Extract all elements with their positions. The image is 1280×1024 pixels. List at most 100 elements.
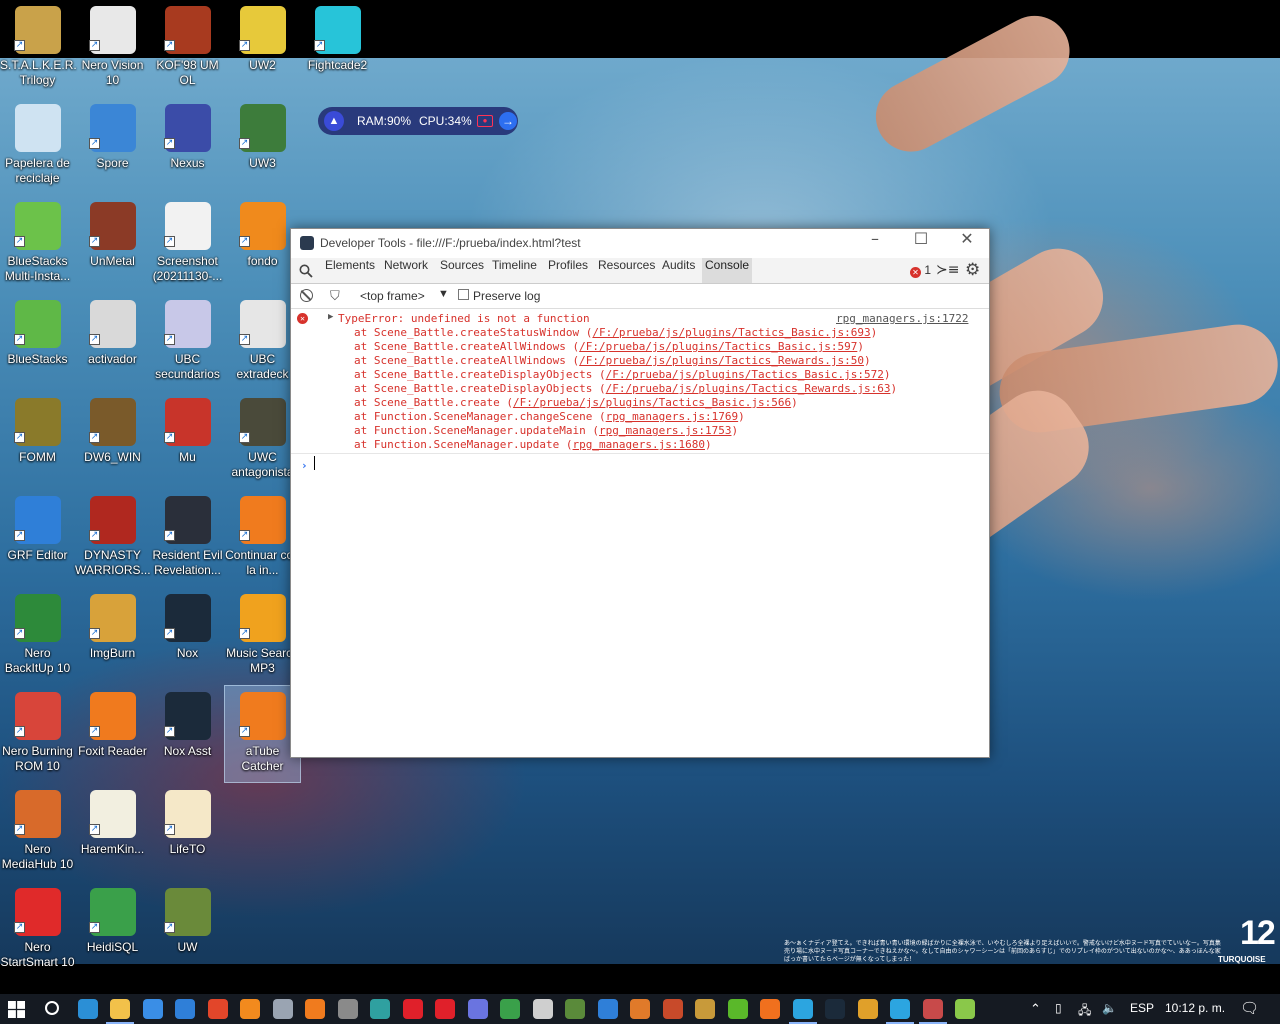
desktop-icon[interactable]: ↗ Continuar con la in... xyxy=(225,490,300,586)
desktop-icon[interactable]: ↗ Nero MediaHub 10 xyxy=(0,784,75,880)
telegram2-icon[interactable] xyxy=(886,999,914,1024)
tray-chevron-up-icon[interactable]: ⌃ xyxy=(1030,1001,1041,1017)
desktop-icon[interactable]: ↗ activador xyxy=(75,294,150,390)
title-bar[interactable]: Developer Tools - file:///F:/prueba/inde… xyxy=(291,229,989,258)
tab-resources[interactable]: Resources xyxy=(595,258,658,283)
console-input-cursor[interactable] xyxy=(314,456,315,470)
avast-icon[interactable] xyxy=(240,999,260,1019)
office-icon[interactable] xyxy=(207,999,228,1019)
console-output[interactable]: ✕ ▶ TypeError: undefined is not a functi… xyxy=(291,309,989,757)
file-icon[interactable] xyxy=(857,999,878,1019)
desktop-icon[interactable]: ↗ aTube Catcher xyxy=(224,685,301,783)
desktop-icon[interactable]: ↗ DW6_WIN xyxy=(75,392,150,488)
desktop-icon[interactable]: ↗ UBC extradeck xyxy=(225,294,300,390)
desktop-icon[interactable]: ↗ HaremKin... xyxy=(75,784,150,880)
desktop-icon[interactable]: ↗ Spore xyxy=(75,98,150,194)
chevron-down-icon[interactable]: ▼ xyxy=(438,288,449,300)
desktop-icon[interactable]: ↗ Screenshot (20211130-... xyxy=(150,196,225,292)
snipping-icon[interactable] xyxy=(370,999,390,1019)
filter-icon[interactable]: ⛉ xyxy=(330,288,340,304)
desktop-icon[interactable]: ↗ GRF Editor xyxy=(0,490,75,586)
desktop-icon[interactable]: ↗ BlueStacks xyxy=(0,294,75,390)
search-icon[interactable] xyxy=(45,1001,59,1015)
foxit-taskbar-icon[interactable] xyxy=(435,999,455,1019)
dw-icon[interactable] xyxy=(695,999,715,1019)
language-indicator[interactable]: ESP xyxy=(1130,1001,1154,1015)
desktop-icon[interactable]: ↗ Music Search MP3 xyxy=(225,588,300,684)
clock[interactable]: 10:12 p. m. xyxy=(1165,1001,1225,1015)
desktop-icon[interactable]: ↗ Fightcade2 xyxy=(300,0,375,96)
stack-frame-link[interactable]: rpg_managers.js:1753 xyxy=(599,424,731,437)
desktop-icon[interactable]: ↗ UWC antagonista xyxy=(225,392,300,488)
game-icon[interactable] xyxy=(630,999,650,1019)
desktop-icon[interactable]: ↗ Resident Evil Revelation... xyxy=(150,490,225,586)
desktop-icon[interactable]: ↗ UW2 xyxy=(225,0,300,96)
close-button[interactable]: ✕ xyxy=(944,229,990,258)
preserve-log-checkbox[interactable] xyxy=(458,289,469,300)
steam-user-icon[interactable] xyxy=(272,999,293,1019)
desktop-icon[interactable]: ↗ BlueStacks Multi-Insta... xyxy=(0,196,75,292)
desktop-icon[interactable]: ↗ UBC secundarios xyxy=(150,294,225,390)
desktop-icon[interactable]: ↗ Foxit Reader xyxy=(75,686,150,782)
record-icon[interactable]: ● xyxy=(477,115,493,127)
tab-profiles[interactable]: Profiles xyxy=(545,258,591,283)
epic-icon[interactable] xyxy=(337,999,358,1019)
vlc-icon[interactable] xyxy=(305,999,325,1019)
stack-frame-link[interactable]: /F:/prueba/js/plugins/Tactics_Basic.js:5… xyxy=(579,340,857,353)
stack-frame-link[interactable]: /F:/prueba/js/plugins/Tactics_Rewards.js… xyxy=(579,354,864,367)
desktop-icon[interactable]: ↗ LifeTO xyxy=(150,784,225,880)
arrow-right-icon[interactable]: → xyxy=(499,112,517,130)
xbox-icon[interactable] xyxy=(500,999,520,1019)
desktop-icon[interactable]: ↗ Nox xyxy=(150,588,225,684)
tab-elements[interactable]: Elements xyxy=(322,258,378,283)
stack-frame-link[interactable]: /F:/prueba/js/plugins/Tactics_Basic.js:5… xyxy=(606,368,884,381)
gear-icon[interactable]: ⚙ xyxy=(965,260,980,280)
file-explorer-icon[interactable] xyxy=(106,999,134,1024)
bolt-icon[interactable] xyxy=(597,999,618,1019)
desktop-icon[interactable]: ↗ KOF'98 UM OL xyxy=(150,0,225,96)
rpgmaker-icon[interactable] xyxy=(918,999,947,1024)
desktop-icon[interactable]: ↗ Nero BackItUp 10 xyxy=(0,588,75,684)
mask-icon[interactable] xyxy=(532,999,553,1019)
firefox-icon[interactable] xyxy=(760,999,780,1019)
stack-frame-link[interactable]: /F:/prueba/js/plugins/Tactics_Basic.js:5… xyxy=(513,396,791,409)
tab-sources[interactable]: Sources xyxy=(437,258,487,283)
console-drawer-icon[interactable]: ≻≡ xyxy=(936,262,959,278)
minecraft-icon[interactable] xyxy=(565,999,585,1019)
telegram-icon[interactable] xyxy=(788,999,817,1024)
search-icon[interactable] xyxy=(299,264,313,278)
desktop-icon[interactable]: ↗ DYNASTY WARRIORS... xyxy=(75,490,151,586)
desktop-icon[interactable]: ↗ Nox Asst xyxy=(150,686,225,782)
store-icon[interactable] xyxy=(142,999,163,1019)
desktop-icon[interactable]: ↗ UnMetal xyxy=(75,196,150,292)
discord-icon[interactable] xyxy=(467,999,488,1019)
expand-triangle-icon[interactable]: ▶ xyxy=(328,312,333,322)
tab-audits[interactable]: Audits xyxy=(659,258,698,283)
desktop-icon[interactable]: ↗ HeidiSQL xyxy=(75,882,150,978)
error-counter[interactable]: ✕ 1 xyxy=(910,263,931,278)
desktop-icon[interactable]: ↗ FOMM xyxy=(0,392,75,488)
stack-frame-link[interactable]: /F:/prueba/js/plugins/Tactics_Basic.js:6… xyxy=(592,326,870,339)
mail-icon[interactable] xyxy=(175,999,195,1019)
desktop-icon[interactable]: ↗ ImgBurn xyxy=(75,588,150,684)
maximize-button[interactable]: ☐ xyxy=(898,229,944,258)
rpgmaker2-icon[interactable] xyxy=(955,999,975,1019)
desktop-icon[interactable]: ↗ Nero Vision 10 xyxy=(75,0,150,96)
desktop-icon[interactable]: ↗ Nexus xyxy=(150,98,225,194)
windows-start-icon[interactable] xyxy=(8,1001,25,1018)
nox-taskbar-icon[interactable] xyxy=(825,999,845,1019)
stack-frame-link[interactable]: rpg_managers.js:1680 xyxy=(573,438,705,451)
opera-icon[interactable] xyxy=(402,999,423,1019)
network-icon[interactable]: 🖧 xyxy=(1078,1001,1091,1022)
tab-console[interactable]: Console xyxy=(702,258,753,283)
volume-icon[interactable]: 🔈 xyxy=(1102,1001,1117,1015)
briefcase-icon[interactable] xyxy=(662,999,683,1019)
desktop-icon[interactable]: ↗ fondo xyxy=(225,196,300,292)
git-icon[interactable] xyxy=(727,999,748,1019)
desktop-icon[interactable]: ↗ Mu xyxy=(150,392,225,488)
minimize-button[interactable]: – xyxy=(852,229,898,258)
clear-console-icon[interactable] xyxy=(300,289,313,302)
notifications-icon[interactable]: 🗨 xyxy=(1240,999,1259,1017)
desktop-icon[interactable]: ↗ UW3 xyxy=(225,98,300,194)
desktop-icon[interactable]: ↗ S.T.A.L.K.E.R. Trilogy xyxy=(0,0,77,96)
